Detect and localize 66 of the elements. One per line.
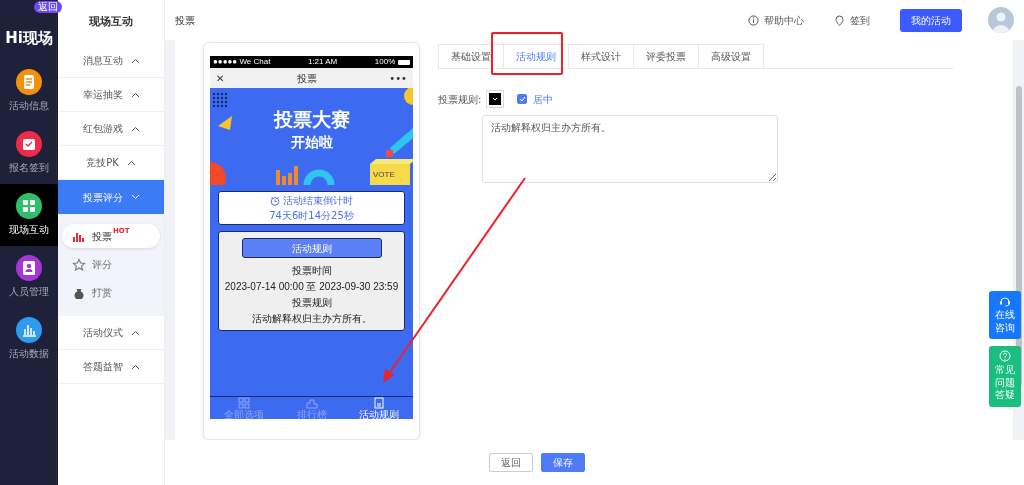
headset-icon	[999, 295, 1011, 307]
location-pin-icon	[834, 14, 845, 26]
document-icon	[373, 396, 386, 409]
battery-icon	[398, 59, 410, 65]
page-title: 投票	[296, 71, 317, 86]
rules-textarea[interactable]: 活动解释权归主办方所有。	[482, 115, 778, 183]
rail-item[interactable]: 活动信息	[0, 60, 58, 122]
ballot-box-label: VOTE	[373, 171, 395, 179]
floating-button[interactable]: 在线咨询	[989, 291, 1021, 339]
banner-subtitle: 开始啦	[289, 135, 334, 149]
back-button[interactable]: 返回	[34, 1, 62, 13]
breadcrumb: 投票	[175, 13, 195, 28]
carrier-text: ●●●●● We Chat	[213, 56, 271, 68]
chevron-up-icon	[130, 56, 140, 65]
info-icon	[748, 14, 759, 26]
color-picker[interactable]	[487, 91, 504, 107]
banner-title: 投票大赛	[272, 110, 351, 129]
chevron-up-icon	[130, 328, 140, 337]
menu-group[interactable]: 答题益智	[58, 350, 164, 384]
chevron-up-icon	[130, 124, 140, 133]
save-button[interactable]: 保存	[541, 453, 585, 472]
rail-item[interactable]: 人员管理	[0, 246, 58, 308]
time-text: 1:21 AM	[307, 56, 338, 68]
logo: Hi现场	[5, 31, 53, 46]
rules-button[interactable]: 活动规则	[241, 238, 382, 258]
rules-text: 活动解释权归主办方所有。	[251, 312, 372, 326]
alarm-clock-icon	[270, 195, 281, 206]
field-label: 投票规则:	[438, 92, 482, 107]
rail-item[interactable]: 活动数据	[0, 308, 58, 370]
menu-group[interactable]: 投票评分	[58, 180, 164, 214]
chevron-up-icon	[130, 362, 140, 371]
help-icon	[999, 350, 1011, 362]
menu-group[interactable]: 幸运抽奖	[58, 78, 164, 112]
submenu-item[interactable]: 评分	[62, 252, 160, 276]
menu-group[interactable]: 消息互动	[58, 44, 164, 78]
star-icon	[72, 257, 86, 271]
rail-item[interactable]: 报名签到	[0, 122, 58, 184]
top-link[interactable]: 签到	[834, 12, 870, 28]
chevron-up-icon	[126, 158, 136, 167]
grid-icon	[237, 396, 250, 409]
caret-icon	[492, 97, 499, 101]
tabbar-item[interactable]: 活动规则	[345, 397, 413, 419]
check-icon	[518, 96, 526, 102]
more-button[interactable]: •••	[389, 70, 407, 86]
top-link[interactable]: 帮助中心	[748, 12, 804, 28]
close-button[interactable]: ✕	[216, 70, 225, 86]
settings-tab[interactable]: 高级设置	[698, 44, 764, 68]
battery-text: 100%	[374, 56, 396, 68]
settings-tab[interactable]: 基础设置	[438, 44, 504, 68]
center-checkbox[interactable]: 居中	[517, 91, 554, 107]
countdown-label: 活动结束倒计时	[282, 194, 353, 208]
countdown-value: 74天6时14分25秒	[269, 209, 354, 223]
highlight-frame	[491, 32, 563, 75]
podium-icon	[305, 396, 318, 409]
menu-group[interactable]: 活动仪式	[58, 316, 164, 350]
submenu-item[interactable]: 打赏	[62, 280, 160, 304]
rail-item[interactable]: 现场互动	[0, 184, 58, 246]
my-activities-button[interactable]: 我的活动	[900, 8, 962, 32]
menu-title: 现场互动	[88, 14, 134, 30]
menu-group[interactable]: 红包游戏	[58, 112, 164, 146]
back-button[interactable]: 返回	[489, 453, 533, 472]
chevron-down-icon	[130, 193, 140, 201]
rules-text: 投票时间	[291, 264, 332, 278]
chevron-up-icon	[130, 90, 140, 99]
rules-text: 2023-07-14 00:00 至 2023-09-30 23:59	[224, 280, 399, 294]
rules-text: 投票规则	[291, 296, 332, 310]
